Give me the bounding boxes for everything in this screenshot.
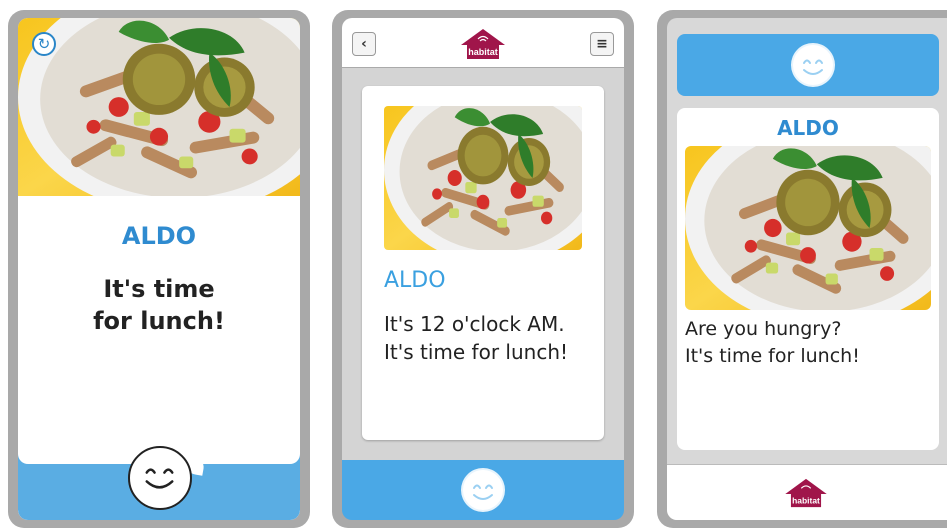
bottom-bar	[342, 460, 624, 520]
phone-screen-1: ↻ ALDO It's time for lunch!	[8, 10, 310, 528]
caregiver-name: ALDO	[384, 268, 446, 293]
reminder-card: ALDO Are you hungry? It's time for lunch…	[677, 108, 939, 450]
reminder-screen: ALDO Are you hungry? It's time for lunch…	[667, 18, 947, 520]
logo-text: habitat	[792, 495, 820, 505]
refresh-icon[interactable]: ↻	[32, 32, 56, 56]
app-header: ‹ habitat ≡	[342, 18, 624, 68]
caregiver-name: ALDO	[121, 222, 197, 250]
habitat-logo[interactable]: habitat	[783, 477, 829, 509]
message-line: It's 12 o'clock AM.	[384, 312, 565, 336]
app-footer: habitat	[667, 464, 947, 520]
chevron-left-icon[interactable]: ‹	[352, 32, 376, 56]
lunch-photo	[384, 106, 582, 250]
message-line: It's time	[103, 275, 215, 303]
reminder-message: It's time for lunch!	[38, 273, 280, 337]
reminder-card: ALDO It's 12 o'clock AM. It's time for l…	[362, 86, 604, 440]
caregiver-name: ALDO	[777, 116, 839, 140]
phone-screen-3: ALDO Are you hungry? It's time for lunch…	[657, 10, 947, 528]
lunch-photo	[685, 146, 931, 310]
smiley-icon[interactable]	[791, 43, 835, 87]
lunch-photo	[18, 18, 300, 196]
habitat-logo: habitat	[460, 27, 506, 61]
content-area: ALDO It's 12 o'clock AM. It's time for l…	[342, 68, 624, 460]
reminder-screen: ↻ ALDO It's time for lunch!	[18, 18, 300, 520]
logo-text: habitat	[468, 47, 498, 57]
message-line: Are you hungry?	[685, 318, 842, 340]
top-bar	[677, 34, 939, 96]
message-line: It's time for lunch!	[384, 340, 569, 364]
reminder-message: Are you hungry? It's time for lunch!	[685, 316, 860, 370]
phone-screen-2: ‹ habitat ≡ ALDO It's 12 o'clock AM. It'…	[332, 10, 634, 528]
hamburger-menu-icon[interactable]: ≡	[590, 32, 614, 56]
smiley-icon[interactable]	[461, 468, 505, 512]
message-line: It's time for lunch!	[685, 345, 860, 367]
smiley-icon[interactable]	[128, 446, 192, 510]
reminder-message: It's 12 o'clock AM. It's time for lunch!	[384, 310, 568, 366]
message-line: for lunch!	[93, 307, 225, 335]
